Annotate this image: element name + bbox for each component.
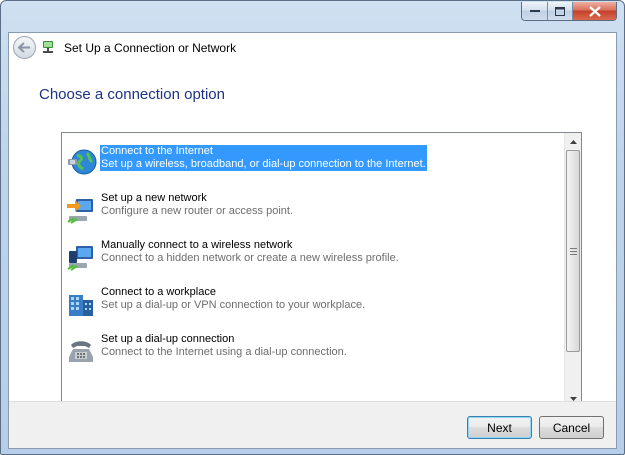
option-title: Connect to the Internet xyxy=(101,145,213,157)
globe-icon xyxy=(68,149,97,175)
option-new-network[interactable]: Set up a new network Configure a new rou… xyxy=(62,189,564,235)
option-description: Connect to the Internet using a dial-up … xyxy=(101,346,347,358)
option-description: Set up a wireless, broadband, or dial-up… xyxy=(101,158,426,170)
option-description: Configure a new router or access point. xyxy=(101,205,293,217)
option-connect-internet[interactable]: Connect to the Internet Set up a wireles… xyxy=(62,142,564,188)
next-button[interactable]: Next xyxy=(467,416,532,439)
minimize-button[interactable] xyxy=(522,2,548,20)
workplace-icon xyxy=(69,295,93,316)
option-title: Set up a dial-up connection xyxy=(101,333,235,345)
option-text: Connect to a workplace Set up a dial-up … xyxy=(101,286,365,312)
option-text: Manually connect to a wireless network C… xyxy=(101,239,399,265)
new-network-icon xyxy=(67,199,93,224)
option-workplace[interactable]: Connect to a workplace Set up a dial-up … xyxy=(62,283,564,329)
wizard-footer: Next Cancel xyxy=(9,401,616,448)
option-description: Set up a dial-up or VPN connection to yo… xyxy=(101,299,366,311)
scroll-up-button[interactable] xyxy=(565,133,581,150)
wireless-network-icon xyxy=(67,246,93,271)
connection-options-list[interactable]: Connect to the Internet Set up a wireles… xyxy=(61,132,582,408)
option-text: Set up a dial-up connection Connect to t… xyxy=(101,333,347,359)
back-arrow-icon xyxy=(18,42,30,53)
vertical-scrollbar[interactable] xyxy=(564,133,581,407)
scroll-up-arrow-icon xyxy=(569,139,577,144)
caption-buttons xyxy=(521,2,617,21)
maximize-button[interactable] xyxy=(548,2,573,20)
option-dialup[interactable]: Set up a dial-up connection Connect to t… xyxy=(62,330,564,376)
wizard-window: Set Up a Connection or Network Choose a … xyxy=(0,0,625,455)
wizard-title: Set Up a Connection or Network xyxy=(64,41,237,55)
network-wizard-icon xyxy=(43,41,53,53)
option-title: Manually connect to a wireless network xyxy=(101,239,293,251)
telephone-icon xyxy=(69,341,93,362)
option-title: Set up a new network xyxy=(101,192,207,204)
cancel-button[interactable]: Cancel xyxy=(539,416,604,439)
minimize-icon xyxy=(529,10,540,12)
scroll-down-arrow-icon xyxy=(569,396,577,401)
close-button[interactable] xyxy=(573,2,616,20)
close-icon xyxy=(588,5,601,17)
option-text: Set up a new network Configure a new rou… xyxy=(101,192,293,218)
option-manual-wireless[interactable]: Manually connect to a wireless network C… xyxy=(62,236,564,282)
page-heading: Choose a connection option xyxy=(39,86,225,103)
option-text: Connect to the Internet Set up a wireles… xyxy=(100,145,427,171)
title-bar[interactable] xyxy=(1,1,624,32)
wizard-client-area: Set Up a Connection or Network Choose a … xyxy=(8,32,617,449)
option-description: Connect to a hidden network or create a … xyxy=(101,252,399,264)
grip-icon xyxy=(569,247,577,255)
navigation-bar: Set Up a Connection or Network xyxy=(9,33,616,63)
scroll-thumb[interactable] xyxy=(566,150,580,352)
maximize-icon xyxy=(555,6,565,16)
option-title: Connect to a workplace xyxy=(101,286,216,298)
back-button[interactable] xyxy=(13,36,36,59)
